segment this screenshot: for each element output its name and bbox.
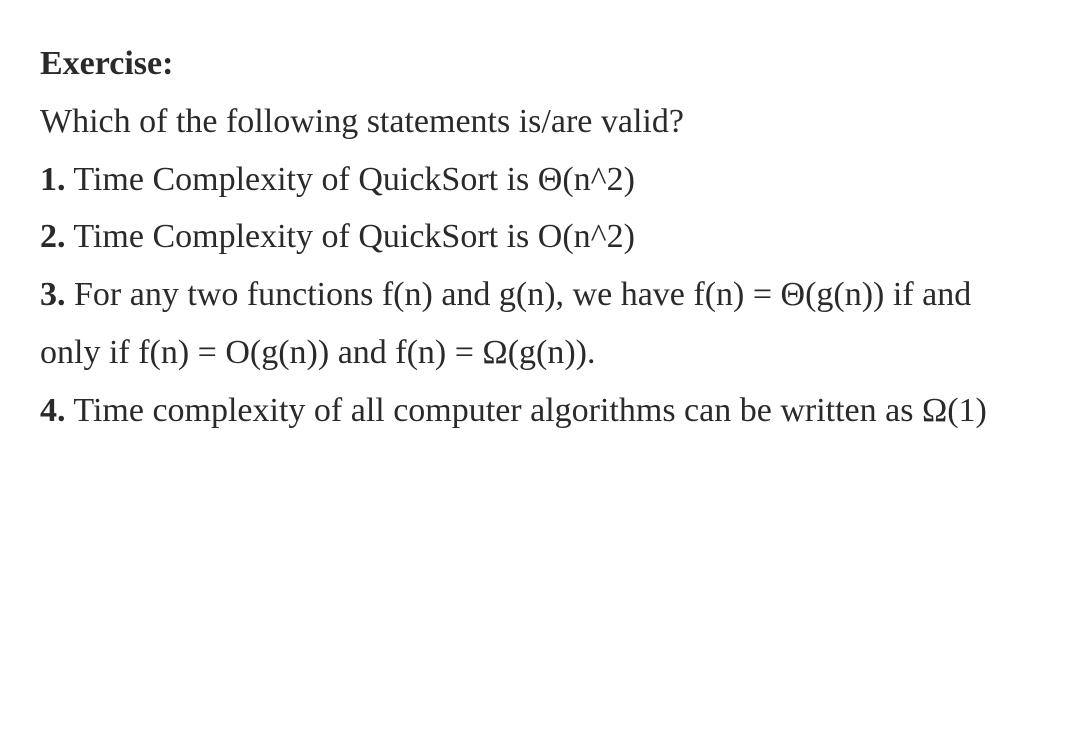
exercise-item-2: 2. Time Complexity of QuickSort is O(n^2…: [40, 208, 1030, 266]
item-text: Time Complexity of QuickSort is O(n^2): [73, 218, 635, 255]
exercise-heading: Exercise:: [40, 45, 173, 82]
item-text: For any two functions f(n) and g(n), we …: [40, 276, 971, 371]
item-text: Time Complexity of QuickSort is Θ(n^2): [73, 161, 635, 198]
exercise-header-line: Exercise:: [40, 35, 1030, 93]
item-number: 4.: [40, 392, 66, 429]
exercise-item-3: 3. For any two functions f(n) and g(n), …: [40, 266, 1030, 382]
exercise-item-1: 1. Time Complexity of QuickSort is Θ(n^2…: [40, 151, 1030, 209]
item-number: 3.: [40, 276, 66, 313]
item-text: Time complexity of all computer algorith…: [73, 392, 986, 429]
exercise-item-4: 4. Time complexity of all computer algor…: [40, 382, 1030, 440]
item-number: 1.: [40, 161, 66, 198]
item-number: 2.: [40, 218, 66, 255]
exercise-question: Which of the following statements is/are…: [40, 93, 1030, 151]
exercise-block: Exercise: Which of the following stateme…: [40, 35, 1030, 440]
